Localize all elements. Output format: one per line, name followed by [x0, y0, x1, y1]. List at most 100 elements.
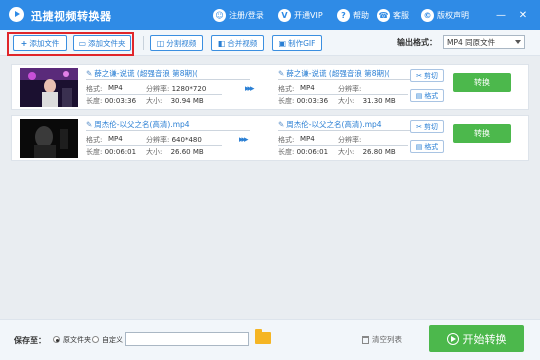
resolution-label: 分辨率: — [338, 85, 362, 93]
target-size: 大小: 26.80 MB — [338, 147, 396, 157]
duration-label: 长度: — [278, 148, 295, 156]
target-resolution: 分辨率: — [338, 135, 361, 145]
save-to-label: 保存至： — [14, 336, 46, 345]
vip-label: 开通VIP — [294, 10, 323, 20]
footer-bar: 保存至： 原文件夹 自定义 清空列表 开始转换 — [0, 319, 540, 360]
duration-label: 长度: — [278, 97, 295, 105]
meta-underline — [278, 145, 408, 146]
service-link[interactable]: ☎ 客服 — [377, 8, 409, 22]
source-resolution: 分辨率: 1280*720 — [146, 84, 206, 94]
target-size: 大小: 31.30 MB — [338, 96, 396, 106]
clear-list-label: 清空列表 — [372, 335, 402, 344]
source-file-name[interactable]: ✎ 薛之谦-说谎 (超强音浪 第8期)( — [86, 68, 250, 79]
title-bar: 迅捷视频转换器 ☺ 注册/登录 V 开通VIP ? 帮助 ☎ 客服 © 版权声明… — [0, 0, 540, 30]
size-label: 大小: — [146, 148, 163, 156]
radio-source-folder[interactable] — [53, 336, 60, 343]
start-convert-label: 开始转换 — [462, 332, 507, 346]
source-file-name-text: 周杰伦-以父之名(高清).mp4 — [94, 120, 190, 129]
help-link[interactable]: ? 帮助 — [337, 8, 369, 22]
meta-underline — [278, 94, 408, 95]
duration-label: 长度: — [86, 97, 103, 105]
service-label: 客服 — [393, 10, 409, 20]
format-button-label: 格式 — [424, 142, 439, 151]
help-icon: ? — [337, 8, 350, 22]
source-resolution: 分辨率: 640*480 — [146, 135, 202, 145]
chevron-down-icon — [515, 40, 521, 44]
help-label: 帮助 — [353, 10, 369, 20]
make-gif-label: 制作GIF — [288, 38, 316, 48]
size-value: 31.30 MB — [362, 97, 396, 105]
resolution-label: 分辨率: — [146, 85, 170, 93]
format-label: 格式: — [86, 136, 103, 144]
convert-arrow-icon: ▸▸▸ — [239, 135, 248, 145]
copyright-link[interactable]: © 版权声明 — [421, 8, 469, 22]
clear-list-button[interactable]: 清空列表 — [362, 334, 402, 345]
close-button[interactable]: ✕ — [516, 8, 530, 22]
format-button[interactable]: ▤ 格式 — [410, 89, 444, 102]
login-link[interactable]: ☺ 注册/登录 — [213, 8, 264, 22]
duration-value: 00:03:36 — [104, 97, 137, 105]
size-value: 26.60 MB — [170, 148, 204, 156]
target-duration: 长度: 00:03:36 — [278, 96, 328, 106]
format-label: 格式: — [278, 85, 295, 93]
source-size: 大小: 26.60 MB — [146, 147, 204, 157]
headset-icon: ☎ — [377, 8, 390, 22]
convert-arrow-icon: ▸▸▸ — [245, 84, 254, 94]
play-circle-icon — [446, 332, 459, 345]
target-duration: 长度: 00:06:01 — [278, 147, 328, 157]
document-icon: ▤ — [415, 91, 423, 100]
source-file-name-text: 薛之谦-说谎 (超强音浪 第8期)( — [94, 69, 198, 78]
toolbar-divider — [143, 36, 144, 50]
video-thumbnail[interactable] — [20, 119, 78, 158]
target-file-name-text: 周杰伦-以父之名(高清).mp4 — [286, 120, 382, 129]
format-value: MP4 — [108, 84, 123, 92]
output-format-select[interactable]: MP4 同原文件 — [443, 35, 525, 49]
convert-button[interactable]: 转换 — [453, 73, 511, 92]
name-underline — [86, 79, 250, 80]
resolution-label: 分辨率: — [146, 136, 170, 144]
resolution-label: 分辨率: — [338, 136, 362, 144]
radio-custom[interactable] — [92, 336, 99, 343]
cut-label: 剪切 — [423, 71, 438, 80]
edit-pencil-icon: ✎ — [86, 120, 93, 129]
resolution-value: 1280*720 — [171, 85, 207, 93]
minimize-button[interactable]: — — [494, 8, 508, 22]
output-format-label: 输出格式： — [397, 38, 437, 47]
edit-pencil-icon: ✎ — [278, 120, 285, 129]
target-format: 格式: MP4 — [278, 84, 315, 94]
name-underline — [86, 130, 250, 131]
copyright-icon: © — [421, 8, 434, 22]
name-underline — [278, 130, 410, 131]
list-item: ✎ 周杰伦-以父之名(高清).mp4 格式: MP4 分辨率: 640*480 长… — [11, 115, 529, 161]
folder-icon[interactable] — [255, 329, 271, 344]
user-icon: ☺ — [213, 8, 226, 22]
target-file-name[interactable]: ✎ 周杰伦-以父之名(高清).mp4 — [278, 119, 410, 130]
source-file-name[interactable]: ✎ 周杰伦-以父之名(高清).mp4 — [86, 119, 250, 130]
target-format: 格式: MP4 — [278, 135, 315, 145]
format-button[interactable]: ▤ 格式 — [410, 140, 444, 153]
convert-button[interactable]: 转换 — [453, 124, 511, 143]
save-path-input[interactable] — [125, 332, 249, 346]
format-value: MP4 — [300, 84, 315, 92]
merge-video-button[interactable]: ◧ 合并视频 — [211, 35, 264, 51]
split-video-label: 分割视频 — [166, 38, 197, 48]
vip-link[interactable]: V 开通VIP — [278, 8, 323, 22]
make-gif-button[interactable]: ▣ 制作GIF — [272, 35, 322, 51]
video-thumbnail[interactable] — [20, 68, 78, 107]
cut-label: 剪切 — [423, 122, 438, 131]
gif-icon: ▣ — [278, 38, 287, 48]
duration-label: 长度: — [86, 148, 103, 156]
format-label: 格式: — [86, 85, 103, 93]
list-item: ✎ 薛之谦-说谎 (超强音浪 第8期)( 格式: MP4 分辨率: 1280*72… — [11, 64, 529, 110]
cut-button[interactable]: ✂ 剪切 — [410, 69, 444, 82]
size-value: 26.80 MB — [362, 148, 396, 156]
start-convert-button[interactable]: 开始转换 — [429, 325, 524, 352]
target-file-name[interactable]: ✎ 薛之谦-说谎 (超强音浪 第8期)( — [278, 68, 410, 79]
scissors-icon: ✂ — [416, 71, 422, 80]
split-video-button[interactable]: ◫ 分割视频 — [150, 35, 203, 51]
source-duration: 长度: 00:03:36 — [86, 96, 136, 106]
target-resolution: 分辨率: — [338, 84, 361, 94]
source-size: 大小: 30.94 MB — [146, 96, 204, 106]
cut-button[interactable]: ✂ 剪切 — [410, 120, 444, 133]
format-button-label: 格式 — [424, 91, 439, 100]
